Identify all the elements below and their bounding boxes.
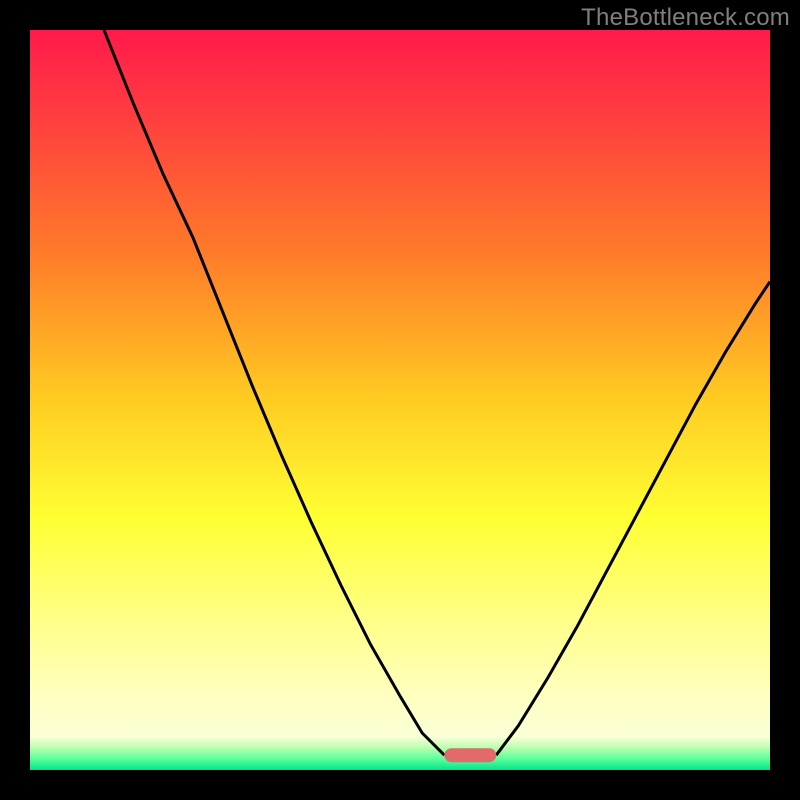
gradient-background: [30, 30, 770, 770]
chart-frame: TheBottleneck.com: [0, 0, 800, 800]
bottleneck-curve-chart: [30, 30, 770, 770]
attribution-label: TheBottleneck.com: [581, 4, 790, 32]
plot-area: [30, 30, 770, 770]
optimal-marker: [444, 748, 496, 762]
